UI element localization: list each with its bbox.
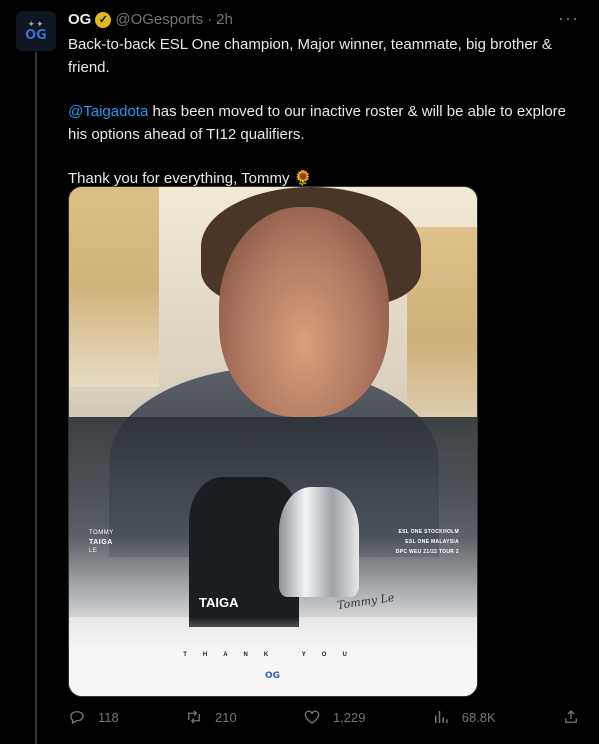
more-icon[interactable]: ··· — [558, 8, 579, 29]
share-button[interactable] — [562, 708, 580, 726]
like-button[interactable]: 1,229 — [303, 708, 366, 726]
gold-backdrop-left — [69, 187, 159, 387]
player-portrait-face — [219, 207, 389, 417]
tweet-paragraph-2: @Taigadota has been moved to our inactiv… — [68, 101, 583, 146]
retweet-icon — [188, 710, 200, 724]
tweet-image[interactable]: TAIGA TOMMY TAIGA LE ESL ONE STOCKHOLM E… — [68, 186, 478, 697]
title-item: ESL ONE MALAYSIA — [405, 539, 459, 545]
account-handle[interactable]: @OGesports — [115, 11, 203, 28]
thread-line — [35, 52, 37, 744]
verified-icon[interactable]: ✓ — [95, 11, 112, 28]
player-last-name: LE — [89, 548, 98, 554]
trophy-icon — [279, 487, 359, 597]
avatar-logo: OG — [25, 28, 47, 43]
player-name-tag: TOMMY TAIGA LE — [89, 529, 114, 556]
player-first-name: TOMMY — [89, 530, 114, 536]
views-icon — [434, 711, 448, 723]
reply-icon — [70, 711, 84, 725]
like-count: 1,229 — [332, 709, 366, 725]
reply-count: 118 — [98, 709, 119, 725]
retweet-button[interactable]: 210 — [185, 708, 237, 726]
separator-dot: · — [207, 11, 213, 28]
like-icon — [304, 710, 320, 724]
avatar[interactable]: ✦✦ OG — [16, 11, 56, 51]
player-nickname: TAIGA — [89, 539, 113, 546]
title-item: ESL ONE STOCKHOLM — [398, 529, 459, 535]
views-button[interactable]: 68.8K — [432, 708, 496, 726]
action-bar: 118 210 1,229 68.8K — [68, 708, 580, 726]
share-icon — [565, 710, 577, 723]
tweet-paragraph-1: Back-to-back ESL One champion, Major win… — [68, 36, 552, 76]
view-count: 68.8K — [461, 709, 496, 725]
thank-you-text: THANK YOU — [183, 652, 363, 658]
title-item: DPC WEU 21/22 TOUR 2 — [395, 549, 459, 555]
mention-link[interactable]: @Taigadota — [68, 103, 148, 120]
reply-button[interactable]: 118 — [68, 708, 119, 726]
shirt-text: TAIGA — [199, 595, 239, 610]
titles-list: ESL ONE STOCKHOLM ESL ONE MALAYSIA DPC W… — [396, 527, 459, 557]
og-logo: OG — [265, 671, 281, 681]
tweet-header: OG ✓ @OGesports · 2h — [68, 11, 233, 28]
timestamp[interactable]: 2h — [216, 11, 233, 28]
retweet-count: 210 — [214, 709, 237, 725]
account-name[interactable]: OG — [68, 11, 91, 28]
